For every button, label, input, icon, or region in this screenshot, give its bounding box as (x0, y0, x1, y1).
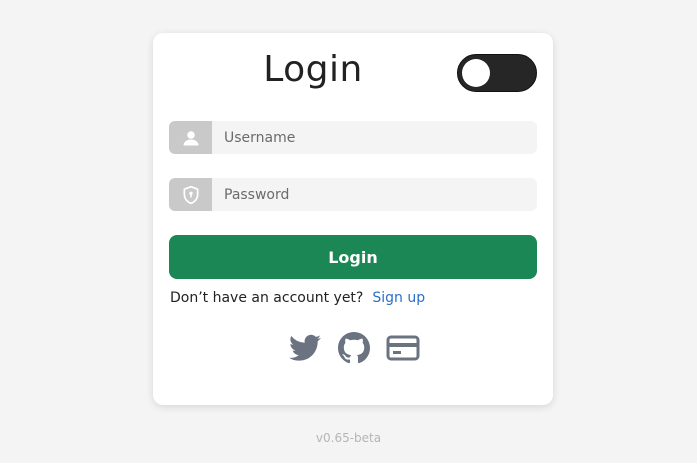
password-input[interactable] (212, 178, 537, 211)
username-field-group (169, 121, 537, 154)
signup-prompt: Don’t have an account yet? (170, 290, 364, 306)
page-title: Login (263, 49, 363, 90)
password-field-group (169, 178, 537, 211)
username-input[interactable] (212, 121, 537, 154)
shield-lock-icon (169, 178, 212, 211)
signup-link[interactable]: Sign up (372, 290, 425, 306)
signup-row: Don’t have an account yet? Sign up (170, 290, 425, 306)
twitter-icon[interactable] (288, 331, 322, 365)
social-links (288, 331, 420, 365)
toggle-knob (462, 59, 490, 87)
theme-toggle[interactable] (457, 54, 537, 92)
credit-card-icon[interactable] (386, 331, 420, 365)
login-button[interactable]: Login (169, 235, 537, 279)
github-icon[interactable] (337, 331, 371, 365)
version-label: v0.65-beta (315, 431, 382, 445)
login-card: Login Login Don’t have an account yet? Si… (153, 33, 553, 405)
user-icon (169, 121, 212, 154)
